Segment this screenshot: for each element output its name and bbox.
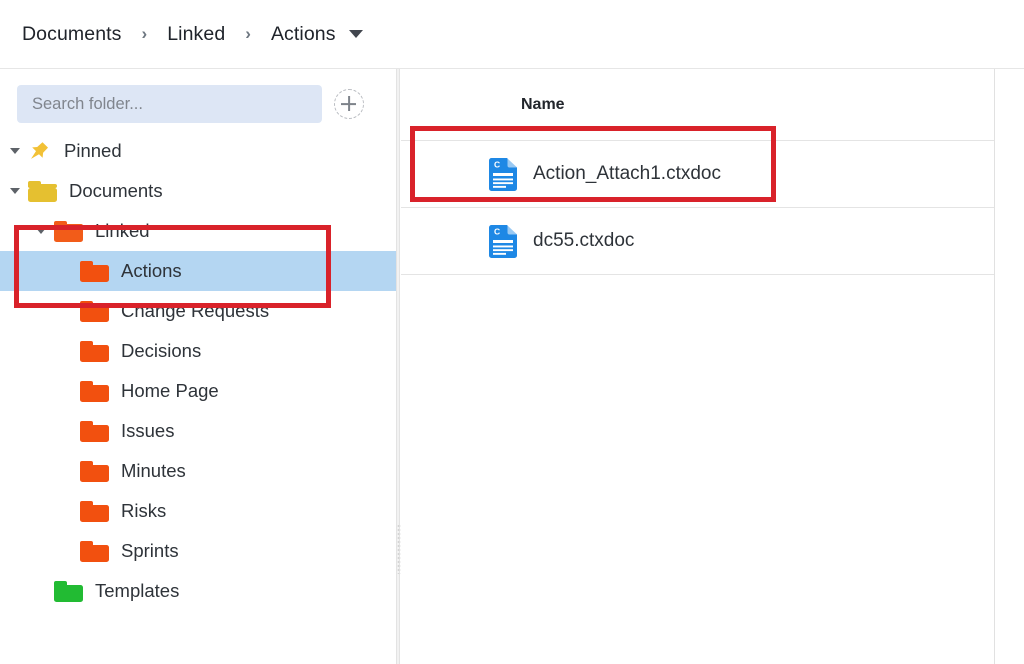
sidebar-item-issues[interactable]: Issues: [0, 411, 396, 451]
panel-splitter[interactable]: [396, 69, 401, 664]
file-list-header: Name: [401, 69, 994, 141]
search-row: [0, 81, 396, 127]
column-header-name[interactable]: Name: [521, 96, 565, 114]
sidebar-item-label: Issues: [121, 420, 175, 441]
sidebar-item-decisions[interactable]: Decisions: [0, 331, 396, 371]
sidebar-item-label: Documents: [69, 180, 163, 201]
sidebar-item-label: Risks: [121, 500, 167, 521]
sidebar-item-home-page[interactable]: Home Page: [0, 371, 396, 411]
sidebar-item-change-requests[interactable]: Change Requests: [0, 291, 396, 331]
chevron-down-icon[interactable]: [10, 148, 20, 154]
breadcrumb: Documents › Linked › Actions: [0, 0, 1024, 69]
right-gutter: [996, 69, 1024, 664]
sidebar-item-label: Pinned: [64, 140, 122, 161]
folder-icon: [80, 340, 109, 362]
sidebar-item-label: Minutes: [121, 460, 186, 481]
folder-icon: [54, 580, 83, 602]
sidebar-item-label: Change Requests: [121, 300, 270, 321]
folder-icon: [80, 420, 109, 442]
file-row[interactable]: Cdc55.ctxdoc: [401, 208, 994, 275]
breadcrumb-item-linked[interactable]: Linked: [167, 23, 225, 46]
search-input[interactable]: [17, 85, 322, 123]
file-list-panel: Name C Action_Attach1.ctxdoc Cdc55.ctxdoc: [401, 69, 995, 664]
folder-icon: [80, 300, 109, 322]
breadcrumb-item-actions[interactable]: Actions: [271, 23, 336, 46]
file-row[interactable]: C Action_Attach1.ctxdoc: [401, 141, 994, 208]
chevron-down-icon[interactable]: [36, 228, 46, 234]
sidebar-item-label: Linked: [95, 220, 150, 241]
folder-icon: [80, 460, 109, 482]
svg-text:C: C: [494, 226, 500, 236]
sidebar-item-sprints[interactable]: Sprints: [0, 531, 396, 571]
folder-tree: Pinned Documents Linked Actions Change Reque…: [0, 131, 396, 611]
sidebar-item-label: Sprints: [121, 540, 179, 561]
folder-icon: [80, 260, 109, 282]
sidebar-item-label: Templates: [95, 580, 180, 601]
folder-icon: [80, 380, 109, 402]
folder-open-icon: [54, 220, 83, 242]
folder-open-icon: [28, 180, 57, 202]
ctxdoc-file-icon: C: [489, 224, 517, 258]
ctxdoc-file-icon: C: [489, 157, 517, 191]
sidebar-item-linked[interactable]: Linked: [0, 211, 396, 251]
chevron-down-icon[interactable]: [348, 30, 363, 38]
sidebar-item-label: Decisions: [121, 340, 202, 361]
file-name: dc55.ctxdoc: [533, 230, 635, 251]
sidebar-item-risks[interactable]: Risks: [0, 491, 396, 531]
svg-text:C: C: [494, 159, 500, 169]
sidebar-item-pinned[interactable]: Pinned: [0, 131, 396, 171]
sidebar-item-templates[interactable]: Templates: [0, 571, 396, 611]
sidebar-item-actions[interactable]: Actions: [0, 251, 396, 291]
folder-tree-sidebar: Pinned Documents Linked Actions Change Reque…: [0, 69, 396, 664]
breadcrumb-separator: ›: [141, 23, 148, 43]
sidebar-item-documents[interactable]: Documents: [0, 171, 396, 211]
file-browser-window: Documents › Linked › Actions Pinned Docum…: [0, 0, 1024, 664]
add-folder-button[interactable]: [334, 89, 364, 119]
sidebar-item-label: Actions: [121, 260, 182, 281]
chevron-down-icon[interactable]: [10, 188, 20, 194]
sidebar-item-label: Home Page: [121, 380, 219, 401]
pin-icon: [28, 140, 52, 162]
folder-icon: [80, 540, 109, 562]
sidebar-item-minutes[interactable]: Minutes: [0, 451, 396, 491]
breadcrumb-separator: ›: [245, 23, 251, 43]
file-list-body: C Action_Attach1.ctxdoc Cdc55.ctxdoc: [401, 141, 994, 275]
folder-icon: [80, 500, 109, 522]
file-name: Action_Attach1.ctxdoc: [533, 163, 721, 184]
breadcrumb-item-documents[interactable]: Documents: [22, 23, 122, 46]
